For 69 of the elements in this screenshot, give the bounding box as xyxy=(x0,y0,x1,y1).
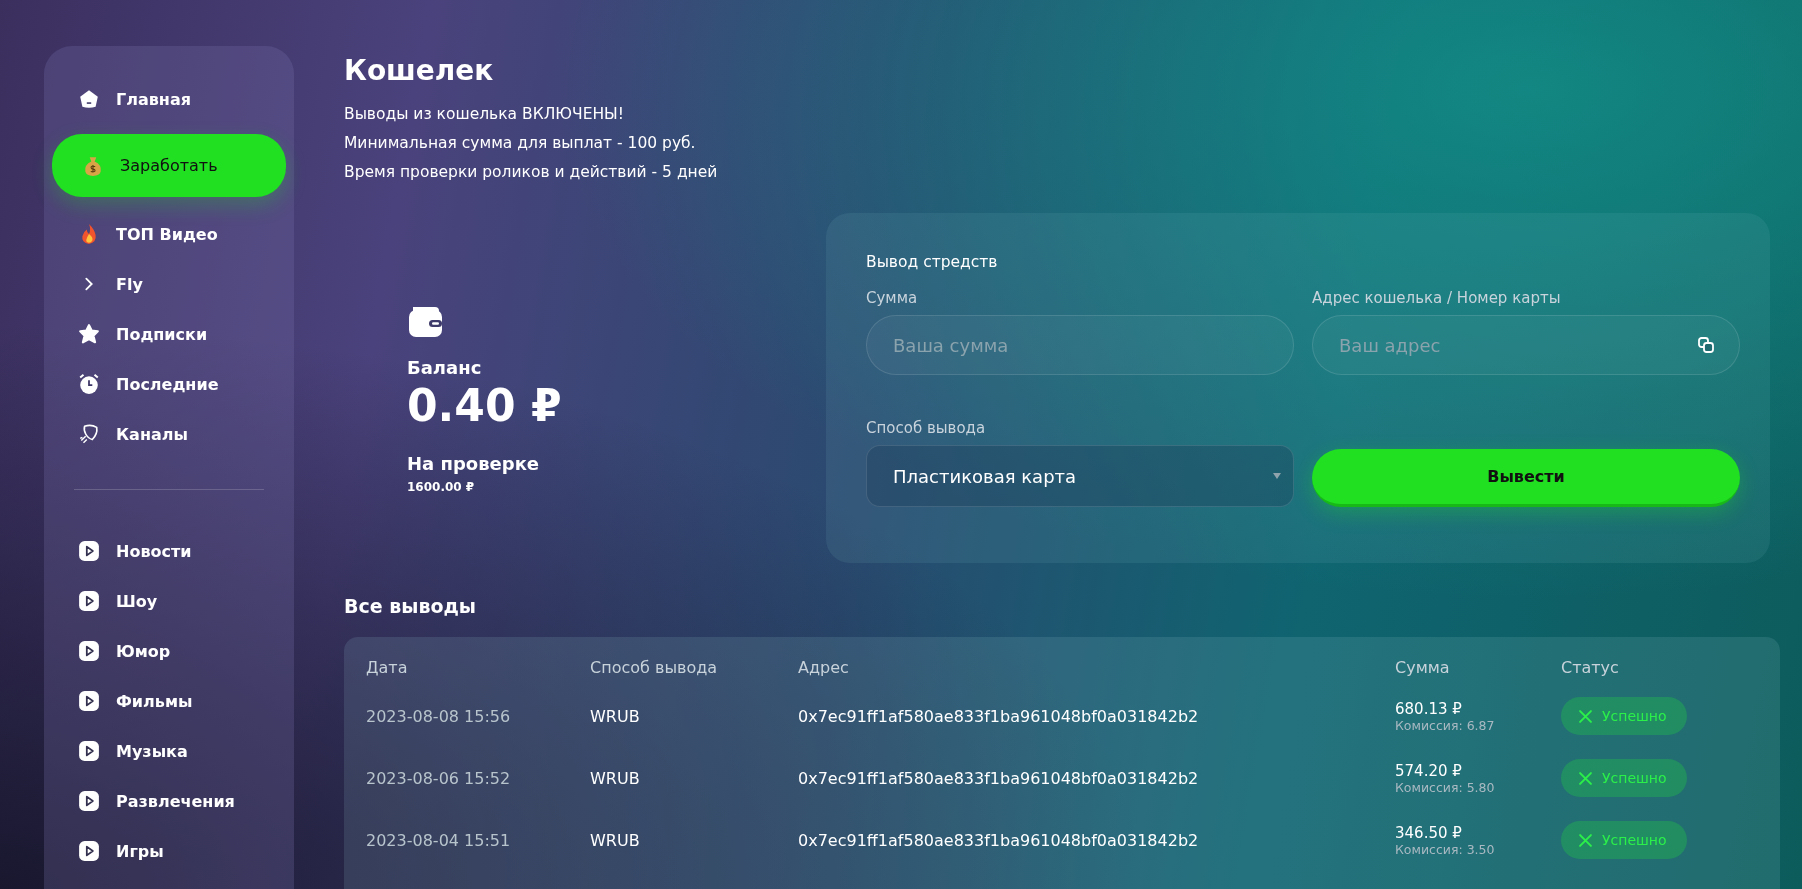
commission-text: Комиссия: 6.87 xyxy=(1395,717,1496,733)
play-icon xyxy=(78,740,100,762)
date-cell-text: 2023-08-04 15:51 xyxy=(366,830,512,850)
play-icon xyxy=(78,840,100,862)
field-label: Способ вывода xyxy=(866,419,987,437)
date-cell-text: 2023-08-06 15:52 xyxy=(366,768,512,788)
sidebar-item[interactable]: Заработать xyxy=(52,134,286,197)
play-icon xyxy=(78,590,100,612)
play-icon xyxy=(78,640,100,662)
alarm-clock-icon xyxy=(78,373,100,395)
sidebar-item[interactable]: Музыка xyxy=(52,726,286,776)
sidebar-item[interactable]: Fly xyxy=(52,259,286,309)
address-cell-text: 0x7ec91ff1af580ae833f1ba961048bf0a031842b2 xyxy=(798,830,1200,850)
form-title: Вывод стредств xyxy=(866,253,999,271)
amount-text: 346.50 ₽ xyxy=(1395,823,1463,842)
sidebar-item[interactable]: Юмор xyxy=(52,626,286,676)
method-dropdown[interactable]: Пластиковая карта xyxy=(866,445,1294,507)
method-cell-text: WRUB xyxy=(590,706,641,726)
sidebar-item[interactable]: Развлечения xyxy=(52,776,286,826)
sidebar-item[interactable]: Игры xyxy=(52,826,286,876)
page-title: Кошелек xyxy=(344,54,495,87)
home-icon xyxy=(78,88,100,110)
sidebar-item[interactable]: ТОП Видео xyxy=(52,209,286,259)
sidebar-item[interactable]: Главная xyxy=(52,74,286,124)
withdraw-button[interactable]: Вывести xyxy=(1312,449,1740,507)
balance-amount: 0.40 ₽ xyxy=(407,380,563,431)
date-cell-text: 2023-08-08 15:56 xyxy=(366,706,512,726)
caret-icon xyxy=(1273,473,1281,479)
copy-icon[interactable] xyxy=(1698,337,1714,353)
cross-icon xyxy=(1579,771,1592,785)
play-icon xyxy=(78,690,100,712)
sidebar-item[interactable]: Фильмы xyxy=(52,676,286,726)
commission-text: Комиссия: 3.50 xyxy=(1395,841,1496,857)
money-bag-icon xyxy=(82,154,104,177)
column-header: Статус xyxy=(1561,657,1620,677)
star-icon xyxy=(78,323,100,345)
method-cell-text: WRUB xyxy=(590,768,641,788)
status-badge: Успешно xyxy=(1561,759,1687,797)
address-cell-text: 0x7ec91ff1af580ae833f1ba961048bf0a031842b2 xyxy=(798,706,1200,726)
field-label: Сумма xyxy=(866,289,919,307)
sidebar-item[interactable]: Последние xyxy=(52,359,286,409)
cross-icon xyxy=(1579,709,1592,723)
status-badge: Успешно xyxy=(1561,821,1687,859)
balance-label: Баланс xyxy=(407,357,483,378)
section-title: Все выводы xyxy=(344,595,478,617)
column-header: Дата xyxy=(366,657,409,677)
column-header: Адрес xyxy=(798,657,850,677)
pin-icon xyxy=(78,423,100,445)
method-cell-text: WRUB xyxy=(590,830,641,850)
sidebar-item[interactable]: Шоу xyxy=(52,576,286,626)
column-header: Способ вывода xyxy=(590,657,719,677)
pending-label: На проверке xyxy=(407,453,541,474)
address-cell-text: 0x7ec91ff1af580ae833f1ba961048bf0a031842b2 xyxy=(798,768,1200,788)
field-label: Адрес кошелька / Номер карты xyxy=(1312,289,1562,307)
column-header: Сумма xyxy=(1395,657,1451,677)
cross-icon xyxy=(1579,833,1592,847)
amount-text: 680.13 ₽ xyxy=(1395,699,1463,718)
amount-text: 574.20 ₽ xyxy=(1395,761,1463,780)
pending-amount: 1600.00 ₽ xyxy=(407,480,476,494)
sidebar-item[interactable]: Новости xyxy=(52,526,286,576)
play-icon xyxy=(78,790,100,812)
info-text: Время проверки роликов и действий - 5 дней xyxy=(344,163,719,181)
info-text: Выводы из кошелька ВКЛЮЧЕНЫ! xyxy=(344,105,625,123)
status-badge: Успешно xyxy=(1561,697,1687,735)
sidebar-item[interactable]: Каналы xyxy=(52,409,286,459)
sidebar-item[interactable]: Подписки xyxy=(52,309,286,359)
info-text: Минимальная сумма для выплат - 100 руб. xyxy=(344,134,697,152)
play-icon xyxy=(78,540,100,562)
commission-text: Комиссия: 5.80 xyxy=(1395,779,1496,795)
